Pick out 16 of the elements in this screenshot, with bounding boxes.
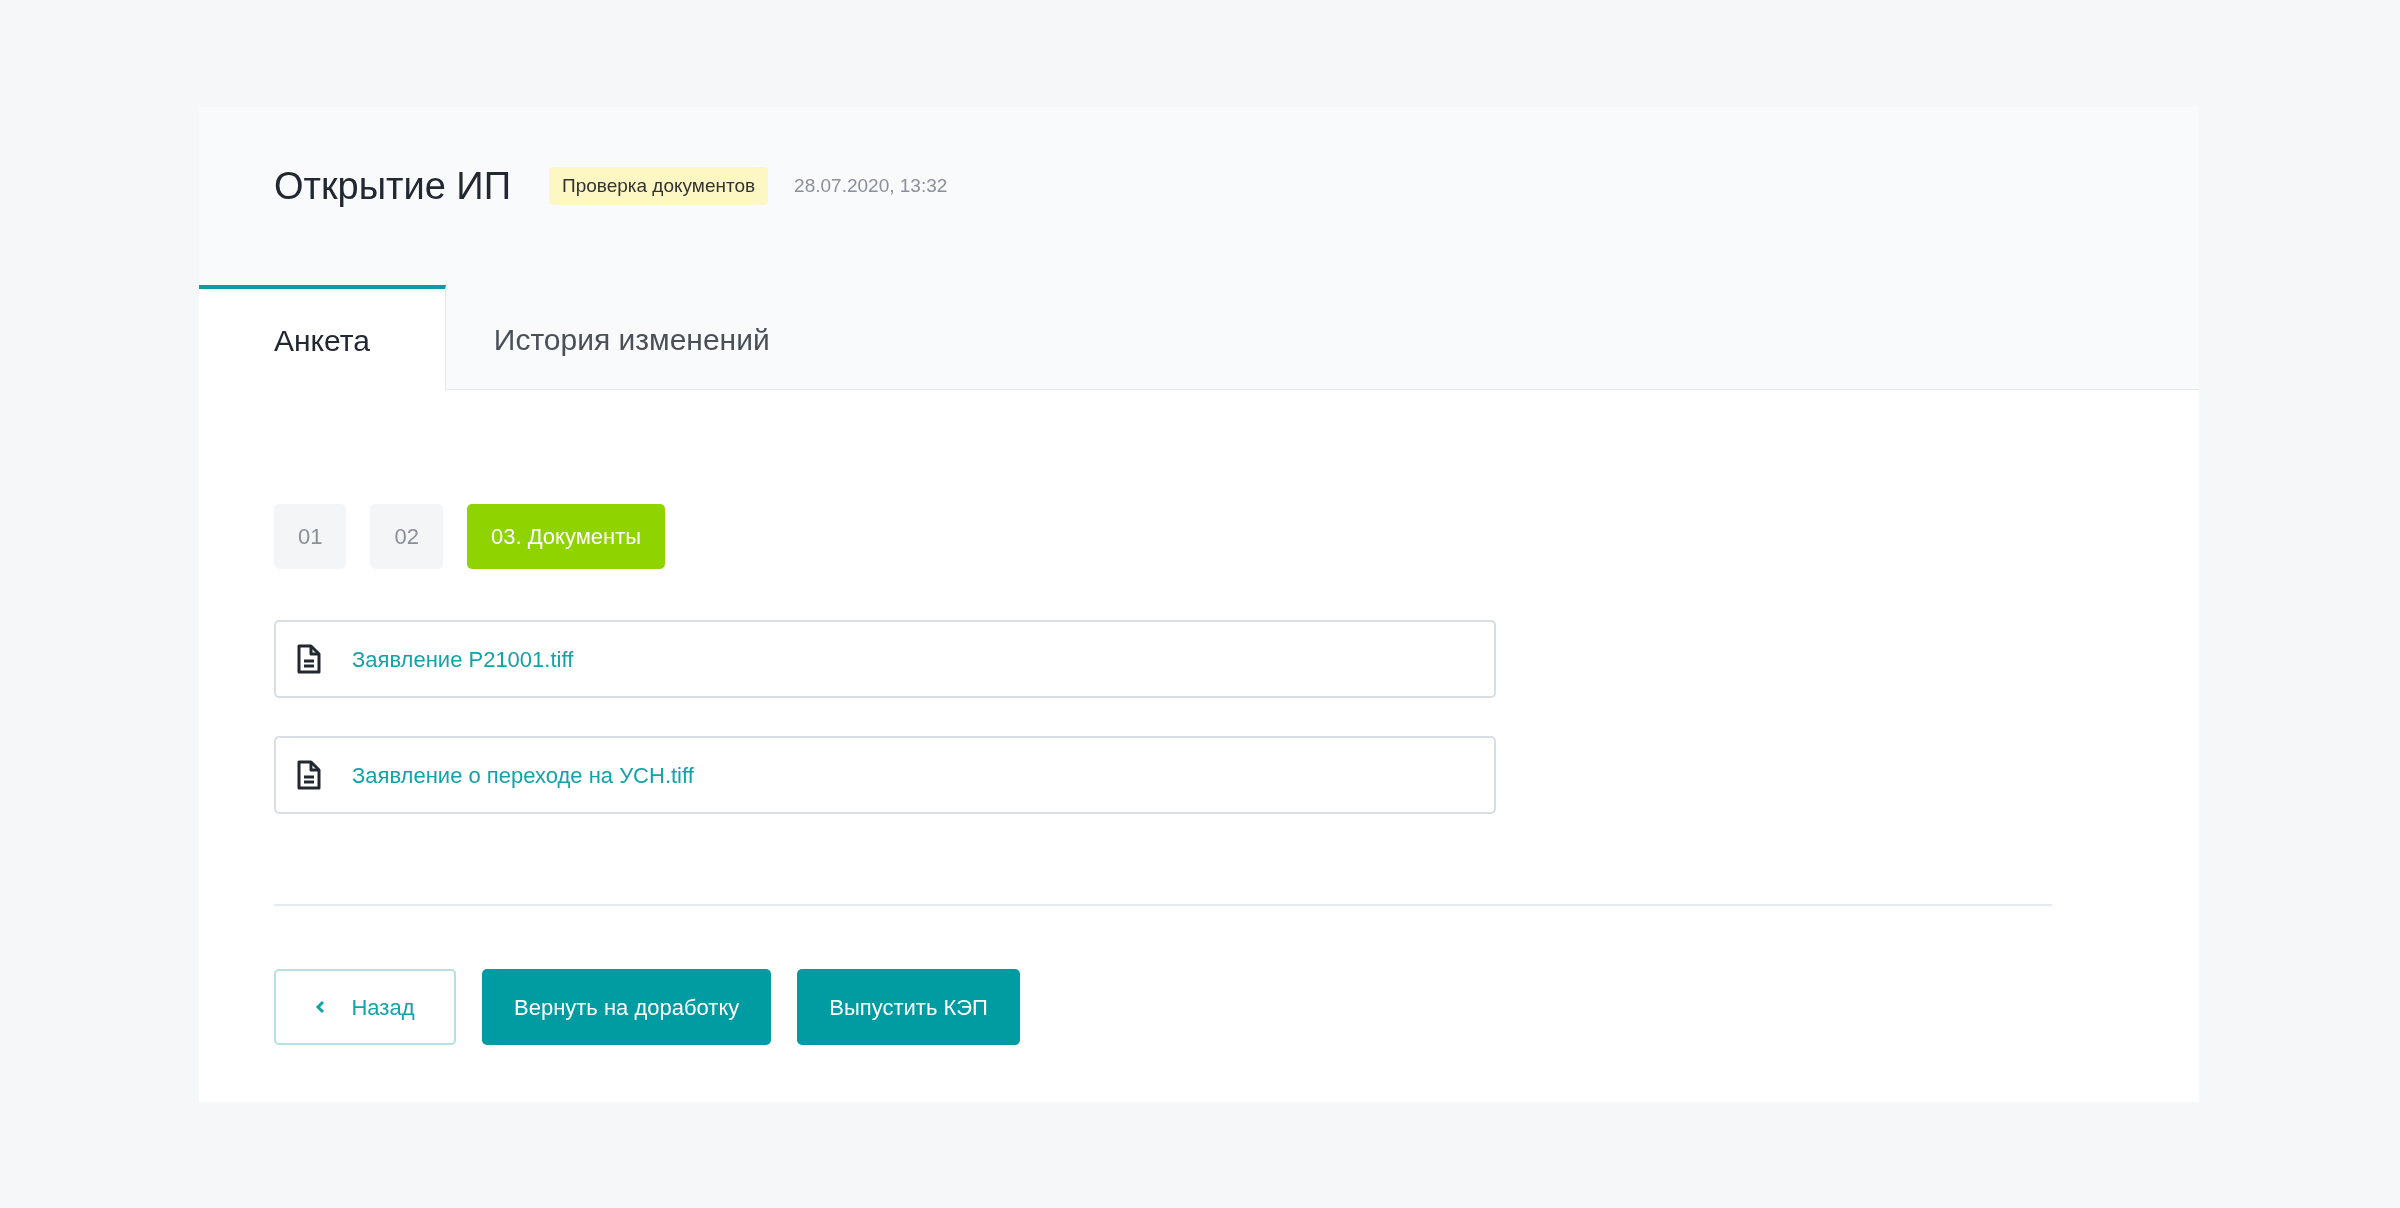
- action-button[interactable]: Выпустить КЭП: [797, 969, 1020, 1045]
- status-badge: Проверка документов: [549, 166, 769, 206]
- chevron-left-icon: [315, 1000, 326, 1014]
- file-link[interactable]: Заявление о переходе на УСН.tiff: [352, 758, 694, 792]
- page-title: Открытие ИП: [274, 163, 511, 209]
- file-link[interactable]: Заявление Р21001.tiff: [352, 642, 574, 676]
- tab[interactable]: История изменений: [445, 285, 818, 390]
- step-button[interactable]: 01: [274, 504, 347, 569]
- step-button[interactable]: 03. Документы: [466, 504, 666, 569]
- tab[interactable]: Анкета: [199, 285, 446, 391]
- step-button[interactable]: 02: [370, 504, 443, 569]
- document-icon: [296, 643, 322, 675]
- document-icon: [296, 759, 322, 791]
- action-button[interactable]: Вернуть на доработку: [482, 969, 772, 1045]
- timestamp: 28.07.2020, 13:32: [794, 173, 948, 198]
- back-button[interactable]: Назад: [274, 969, 456, 1045]
